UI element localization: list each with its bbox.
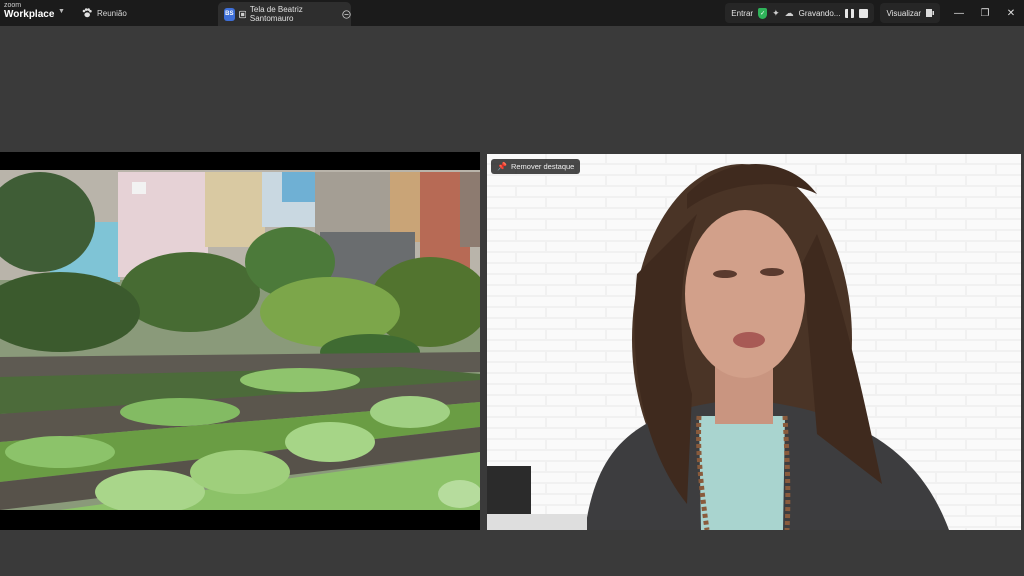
speaker-video-panel[interactable]: [487, 154, 1021, 530]
meeting-status-group: Entrar ✓ ✦ ☁ Gravando...: [725, 3, 875, 23]
unpin-icon: 📌: [497, 162, 507, 171]
mic-sparkle-icon[interactable]: ✦: [772, 8, 780, 19]
restore-button[interactable]: ❐: [972, 0, 998, 26]
shared-video-panel[interactable]: [0, 152, 480, 530]
tab-screen-share[interactable]: BS Tela de Beatriz Santomauro: [218, 2, 351, 26]
screen-share-icon: [238, 10, 246, 18]
unpin-label: Remover destaque: [510, 162, 575, 171]
meeting-bottom-area: [0, 530, 1024, 576]
paw-icon: [82, 8, 92, 18]
unpin-button[interactable]: 📌 Remover destaque: [491, 159, 581, 174]
cloud-record-icon: ☁: [784, 7, 794, 18]
tab-meeting-label: Reunião: [97, 8, 127, 18]
speaker-video-frame: [487, 154, 1021, 530]
recording-status: Gravando...: [798, 8, 841, 18]
brand-large: Workplace: [4, 9, 55, 20]
minimize-button[interactable]: —: [946, 0, 972, 26]
garden-video-frame: [0, 152, 480, 530]
app-logo[interactable]: zoom Workplace: [4, 2, 54, 20]
title-bar: zoom Workplace ▼ Reunião BS Tela de Beat…: [0, 0, 1024, 26]
more-options-icon[interactable]: [342, 9, 351, 20]
view-layout-icon: [926, 9, 934, 17]
brand-small: zoom: [4, 2, 22, 9]
close-button[interactable]: ✕: [998, 0, 1024, 26]
tab-screen-share-label: Tela de Beatriz Santomauro: [249, 5, 303, 23]
enter-button[interactable]: Entrar: [731, 9, 753, 18]
avatar: BS: [224, 7, 235, 21]
tab-meeting[interactable]: Reunião: [82, 0, 127, 26]
view-label: Visualizar: [886, 8, 921, 18]
chevron-down-icon[interactable]: ▼: [58, 8, 65, 15]
view-button[interactable]: Visualizar: [880, 3, 940, 23]
title-bar-controls: Entrar ✓ ✦ ☁ Gravando... Visualizar — ❐ …: [725, 0, 1024, 26]
shield-check-icon[interactable]: ✓: [758, 7, 768, 19]
pause-recording-button[interactable]: [845, 8, 855, 18]
stop-recording-button[interactable]: [859, 8, 869, 18]
